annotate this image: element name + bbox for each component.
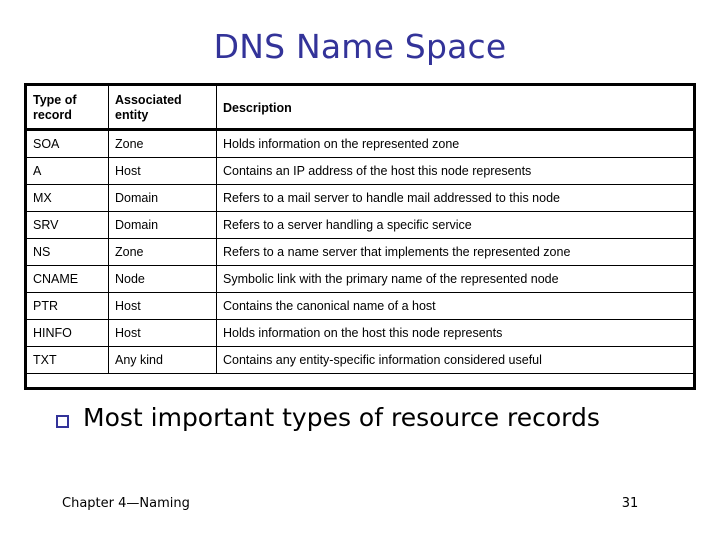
cell-record-type: SOA [26,130,109,158]
bullet-line: Most important types of resource records [56,402,600,434]
cell-description: Contains an IP address of the host this … [216,157,695,185]
cell-associated-entity: Node [108,265,217,293]
page-title: DNS Name Space [213,27,507,66]
cell-record-type: CNAME [26,265,109,293]
cell-record-type: MX [26,184,109,212]
cell-record-type: A [26,157,109,185]
cell-record-type: HINFO [26,319,109,347]
cell-associated-entity: Domain [108,184,217,212]
cell-associated-entity: Any kind [108,346,217,374]
table-row: MX Domain Refers to a mail server to han… [26,184,695,212]
cell-associated-entity: Zone [108,238,217,266]
footer-chapter-label: Chapter 4—Naming [62,496,190,511]
cell-record-type: SRV [26,211,109,239]
table-row: SOA Zone Holds information on the repres… [26,130,695,158]
cell-description: Contains any entity-specific information… [216,346,695,374]
footer-page-number: 31 [621,496,639,511]
cell-record-type: NS [26,238,109,266]
table-row: PTR Host Contains the canonical name of … [26,292,695,320]
cell-description: Contains the canonical name of a host [216,292,695,320]
table-body: SOA Zone Holds information on the repres… [26,130,695,374]
cell-record-type: PTR [26,292,109,320]
cell-associated-entity: Host [108,157,217,185]
cell-description: Refers to a server handling a specific s… [216,211,695,239]
slide-canvas: DNS Name Space Type of record Associated… [0,0,720,540]
cell-description: Symbolic link with the primary name of t… [216,265,695,293]
column-header-associated-entity: Associated entity [108,85,217,131]
hollow-square-bullet-icon [56,414,69,428]
column-header-description: Description [216,85,695,131]
cell-associated-entity: Host [108,319,217,347]
table-row: SRV Domain Refers to a server handling a… [26,211,695,239]
cell-description: Holds information on the host this node … [216,319,695,347]
cell-description: Refers to a name server that implements … [216,238,695,266]
resource-records-table: Type of record Associated entity Descrip… [26,85,695,374]
column-header-type-of-record: Type of record [26,85,109,131]
table-row: TXT Any kind Contains any entity-specifi… [26,346,695,374]
cell-record-type: TXT [26,346,109,374]
cell-description: Holds information on the represented zon… [216,130,695,158]
cell-description: Refers to a mail server to handle mail a… [216,184,695,212]
table-header: Type of record Associated entity Descrip… [26,85,695,131]
table-row: CNAME Node Symbolic link with the primar… [26,265,695,293]
table-row: HINFO Host Holds information on the host… [26,319,695,347]
cell-associated-entity: Domain [108,211,217,239]
cell-associated-entity: Host [108,292,217,320]
cell-associated-entity: Zone [108,130,217,158]
bullet-text: Most important types of resource records [83,403,600,432]
table-header-row: Type of record Associated entity Descrip… [26,85,695,131]
table-row: A Host Contains an IP address of the hos… [26,157,695,185]
table-row: NS Zone Refers to a name server that imp… [26,238,695,266]
